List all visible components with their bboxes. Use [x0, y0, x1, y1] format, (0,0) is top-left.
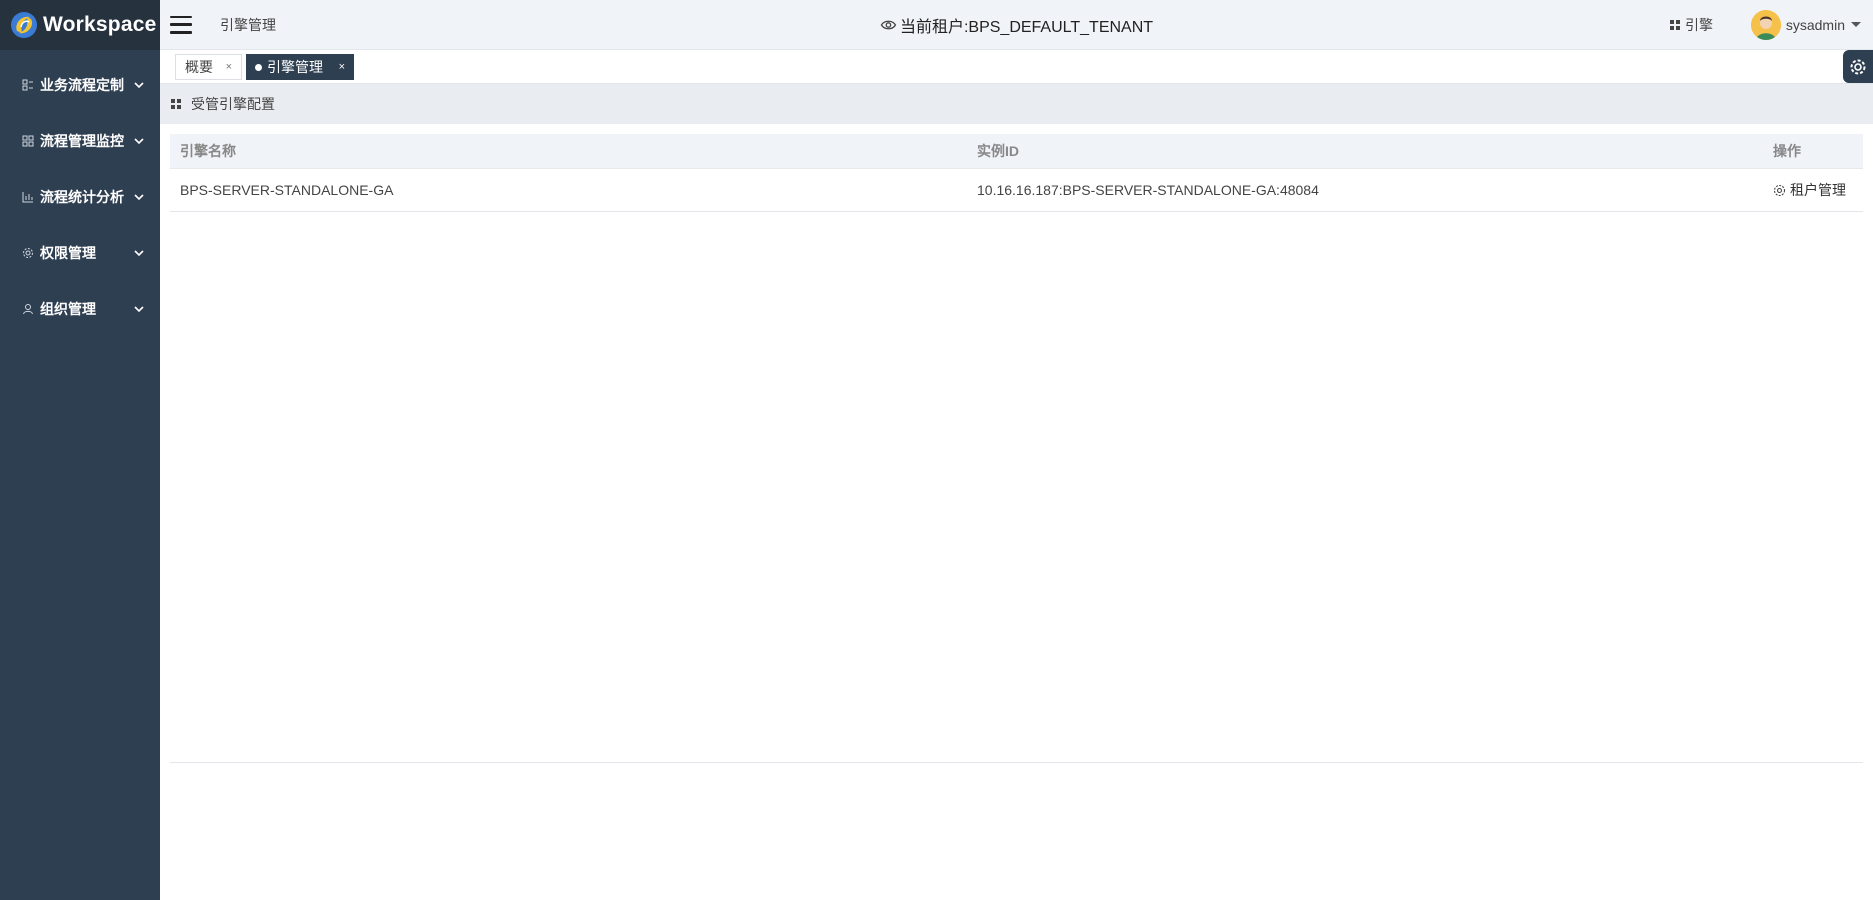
tenant-management-button[interactable]: 租户管理 — [1773, 180, 1846, 200]
user-menu[interactable]: sysadmin — [1750, 9, 1861, 40]
tab-label: 引擎管理 — [267, 59, 323, 75]
sidebar: Workspace 业务流程定制 流程管理监控 流程统计分析 权限管理 组织管理 — [0, 0, 160, 900]
gear-icon — [1773, 184, 1786, 196]
sidebar-item-label: 流程管理监控 — [40, 133, 124, 149]
sidebar-item-label: 组织管理 — [40, 301, 96, 317]
process-custom-icon — [22, 79, 34, 91]
monitor-icon — [22, 135, 34, 147]
current-tenant: 当前租户:BPS_DEFAULT_TENANT — [880, 13, 1153, 37]
grid-icon — [171, 99, 181, 109]
column-header-engine-name[interactable]: 引擎名称 — [180, 141, 236, 161]
chevron-down-icon — [134, 138, 144, 145]
avatar — [1750, 9, 1781, 40]
eye-icon — [880, 20, 896, 29]
engine-link-label: 引擎 — [1685, 16, 1713, 33]
sidebar-item-label: 流程统计分析 — [40, 189, 124, 205]
tab-overview[interactable]: 概要 × — [175, 54, 242, 80]
chart-icon — [22, 191, 34, 203]
app-title: Workspace — [43, 13, 157, 36]
app-logo[interactable]: Workspace — [0, 0, 160, 50]
close-icon[interactable]: × — [226, 61, 232, 73]
close-icon[interactable]: × — [339, 61, 345, 73]
grid-icon — [1670, 19, 1680, 30]
gear-icon — [22, 247, 34, 259]
column-header-actions: 操作 — [1773, 143, 1801, 159]
tab-label: 概要 — [185, 59, 213, 75]
table-row[interactable]: BPS-SERVER-STANDALONE-GA 10.16.16.187:BP… — [170, 169, 1863, 212]
section-title: 受管引擎配置 — [191, 96, 275, 112]
sidebar-item-statistics[interactable]: 流程统计分析 — [0, 169, 160, 225]
user-icon — [22, 303, 34, 315]
breadcrumb: 引擎管理 — [220, 16, 276, 33]
gear-icon — [1850, 59, 1866, 74]
chevron-down-icon — [134, 306, 144, 313]
username: sysadmin — [1785, 16, 1845, 33]
active-dot-icon — [255, 63, 262, 71]
sidebar-item-monitor[interactable]: 流程管理监控 — [0, 113, 160, 169]
sidebar-item-label: 业务流程定制 — [40, 77, 124, 93]
tabs-bar: 概要 × 引擎管理 × — [160, 50, 1873, 84]
instance-id-cell: 10.16.16.187:BPS-SERVER-STANDALONE-GA:48… — [977, 182, 1319, 198]
tenant-label: 当前租户:BPS_DEFAULT_TENANT — [899, 18, 1154, 36]
section-header: 受管引擎配置 — [160, 84, 1873, 124]
sidebar-item-label: 权限管理 — [40, 245, 96, 261]
engine-name-cell: BPS-SERVER-STANDALONE-GA — [180, 182, 394, 198]
menu-toggle-icon[interactable] — [170, 15, 192, 34]
engine-table: 引擎名称 实例ID 操作 BPS-SERVER-STANDALONE-GA 10… — [170, 134, 1863, 763]
engine-link[interactable]: 引擎 — [1670, 15, 1713, 35]
chevron-down-icon — [134, 194, 144, 201]
table-header: 引擎名称 实例ID 操作 — [170, 134, 1863, 169]
sidebar-item-organization[interactable]: 组织管理 — [0, 281, 160, 337]
top-header: 引擎管理 当前租户:BPS_DEFAULT_TENANT 引擎 sysadmin — [160, 0, 1873, 50]
tab-engine-management[interactable]: 引擎管理 × — [246, 54, 354, 80]
action-label: 租户管理 — [1790, 182, 1846, 198]
caret-down-icon — [1851, 22, 1861, 27]
settings-button[interactable] — [1843, 50, 1873, 83]
chevron-down-icon — [134, 250, 144, 257]
sidebar-item-permission[interactable]: 权限管理 — [0, 225, 160, 281]
chevron-down-icon — [134, 82, 144, 89]
column-header-instance-id[interactable]: 实例ID — [977, 141, 1019, 161]
sidebar-item-process-custom[interactable]: 业务流程定制 — [0, 57, 160, 113]
workspace-logo-icon — [10, 11, 38, 39]
